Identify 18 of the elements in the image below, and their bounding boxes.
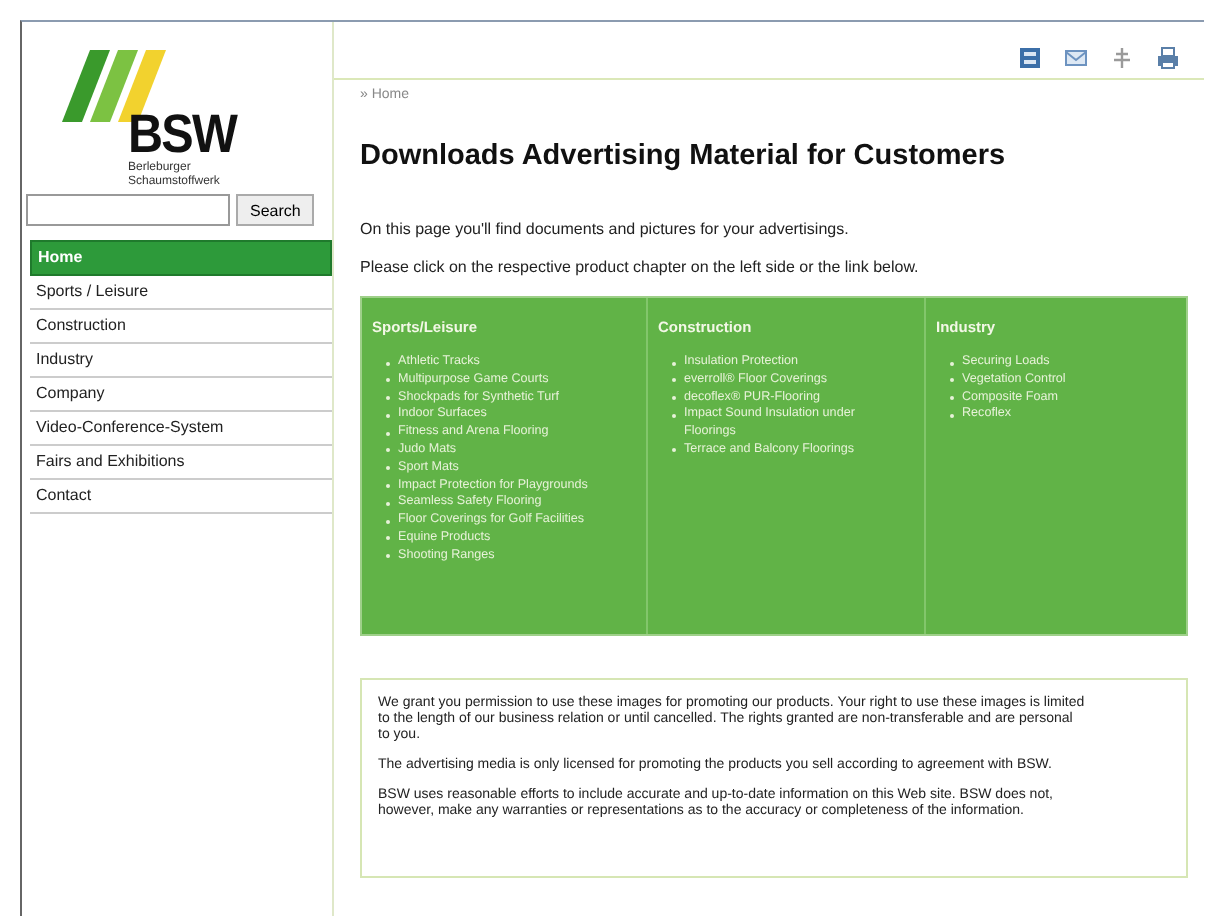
nav-item[interactable]: Fairs and Exhibitions — [30, 446, 332, 480]
sitemap-icon[interactable] — [1018, 46, 1042, 70]
nav-item[interactable]: Home — [30, 240, 332, 276]
search-button[interactable]: Search — [236, 194, 315, 226]
print-icon[interactable] — [1156, 46, 1180, 70]
nav-item[interactable]: Contact — [30, 480, 332, 514]
intro-text: On this page you'll find documents and pictures for your advertisings. — [360, 220, 851, 238]
nav-item[interactable]: Company — [30, 378, 332, 412]
tree-icon[interactable] — [1110, 46, 1134, 70]
nav-item[interactable]: Video-Conference-System — [30, 412, 332, 446]
intro-text: Please click on the respective product chapter on the left side or the link below. — [360, 258, 921, 276]
mail-icon[interactable] — [1064, 46, 1088, 70]
page-title: Downloads Advertising Material for Customers — [360, 140, 1008, 172]
nav-item[interactable]: Sports / Leisure — [30, 276, 332, 310]
search-field[interactable] — [26, 194, 230, 226]
nav-item[interactable]: Construction — [30, 310, 332, 344]
nav-item[interactable]: Industry — [30, 344, 332, 378]
logo-name: BSW — [128, 106, 236, 162]
